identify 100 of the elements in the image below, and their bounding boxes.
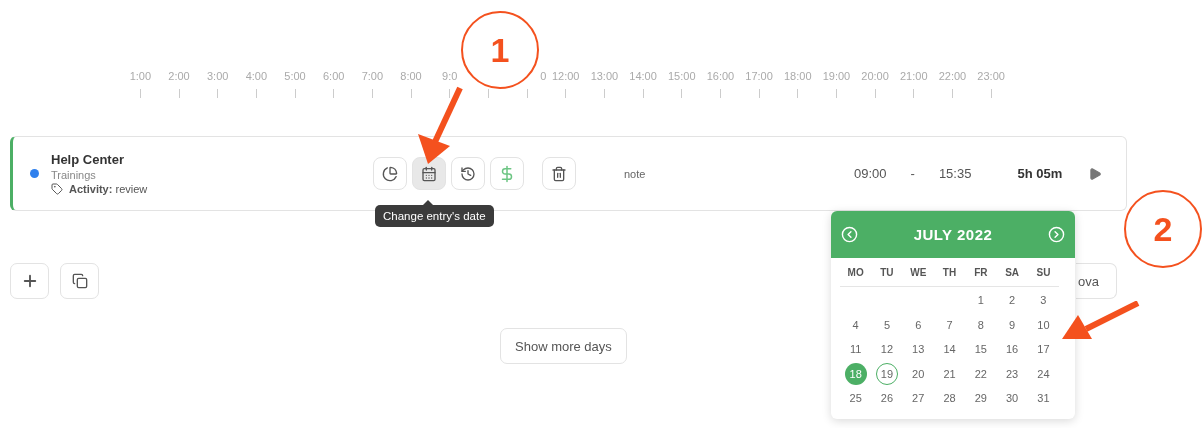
calendar-day[interactable]: 22 xyxy=(969,362,992,385)
time-separator: - xyxy=(910,166,915,181)
hour-label: 21:00 xyxy=(900,70,928,84)
step-callout: 2 xyxy=(1124,190,1202,268)
calendar-day[interactable]: 4 xyxy=(844,313,867,336)
hour-tick xyxy=(217,89,219,98)
calendar-day[interactable]: 5 xyxy=(875,313,898,336)
hour-tick xyxy=(681,89,683,98)
hour-tick xyxy=(603,89,605,98)
hour-tick xyxy=(255,89,257,98)
weekday-label: TH xyxy=(942,266,957,278)
hour-tick xyxy=(449,89,451,98)
calendar-day[interactable]: 2 xyxy=(1001,289,1024,312)
calendar-day[interactable]: 16 xyxy=(1001,338,1024,361)
hour-label: 0 xyxy=(540,70,547,84)
weekday-label: SU xyxy=(1036,266,1051,278)
hour-label: 8:00 xyxy=(400,70,422,84)
action-button[interactable]: ova xyxy=(1076,263,1117,299)
calendar-day[interactable]: 29 xyxy=(969,387,992,410)
trash-icon xyxy=(551,165,567,182)
project-name: Help Center xyxy=(51,152,125,167)
hour-tick xyxy=(294,89,296,98)
calendar-day[interactable]: 7 xyxy=(938,313,961,336)
show-more-days-button[interactable]: Show more days xyxy=(500,328,627,364)
calendar-day[interactable]: 21 xyxy=(938,362,961,385)
calendar-day[interactable]: 15 xyxy=(969,338,992,361)
hour-label: 16:00 xyxy=(706,70,735,84)
hour-label: 13:00 xyxy=(590,70,619,84)
weekday-label: WE xyxy=(910,266,927,278)
calendar-day[interactable]: 23 xyxy=(1001,362,1024,385)
hour-tick xyxy=(874,89,876,98)
calendar-day[interactable]: 28 xyxy=(938,387,961,410)
client-name: Trainings xyxy=(51,169,97,181)
calendar-day[interactable]: 27 xyxy=(907,387,930,410)
hour-label: 3:00 xyxy=(206,70,229,84)
chevron-left-icon xyxy=(841,226,858,243)
copy-button[interactable] xyxy=(60,263,99,299)
hour-label: 20:00 xyxy=(861,70,889,84)
hour-tick xyxy=(139,89,141,98)
tag-icon xyxy=(51,183,63,195)
hour-label: 1:00 xyxy=(129,70,152,84)
hour-label: 17:00 xyxy=(745,70,773,84)
add-button[interactable] xyxy=(10,263,49,299)
hour-label: 4:00 xyxy=(245,70,268,84)
chart-button[interactable] xyxy=(373,157,407,190)
hour-tick xyxy=(642,89,644,98)
calendar-day[interactable]: 13 xyxy=(907,338,930,361)
calendar-day[interactable]: 20 xyxy=(907,362,930,385)
calendar-day[interactable]: 10 xyxy=(1032,313,1055,336)
calendar-day[interactable]: 17 xyxy=(1032,338,1055,361)
calendar-day[interactable]: 8 xyxy=(969,313,992,336)
calendar-day[interactable]: 6 xyxy=(907,313,930,336)
calendar-day[interactable]: 11 xyxy=(844,338,867,361)
chevron-right-icon xyxy=(1048,226,1065,243)
hour-label: 14:00 xyxy=(629,70,657,84)
play-button[interactable] xyxy=(1088,166,1103,181)
end-time: 15:35 xyxy=(938,166,972,181)
hour-tick xyxy=(951,89,953,98)
note-text: note xyxy=(624,167,647,180)
pie-chart-icon xyxy=(382,165,398,182)
month-title: JULY 2022 xyxy=(913,226,993,243)
step-callout: 1 xyxy=(461,11,539,89)
play-icon xyxy=(1088,166,1103,181)
calendar-day[interactable]: 3 xyxy=(1032,289,1055,312)
hour-tick xyxy=(565,89,567,98)
calendar-day[interactable]: 9 xyxy=(1001,313,1024,336)
calendar-day[interactable]: 30 xyxy=(1001,387,1024,410)
calendar-button[interactable] xyxy=(412,157,446,190)
tooltip: Change entry's date xyxy=(375,205,494,227)
weekday-label: TU xyxy=(880,266,894,278)
calendar-day[interactable]: 31 xyxy=(1032,387,1055,410)
hour-tick xyxy=(797,89,799,98)
hour-label: 6:00 xyxy=(323,70,345,84)
hour-tick xyxy=(487,89,489,98)
calendar-day[interactable]: 12 xyxy=(875,338,898,361)
calendar-day[interactable]: 14 xyxy=(938,338,961,361)
hour-tick xyxy=(333,89,335,98)
calendar-day[interactable]: 25 xyxy=(844,387,867,410)
delete-button[interactable] xyxy=(542,157,576,190)
hour-tick xyxy=(758,89,760,98)
calendar-day[interactable]: 26 xyxy=(875,387,898,410)
next-month-button[interactable] xyxy=(1048,226,1065,243)
previous-month-button[interactable] xyxy=(841,226,858,243)
hour-label: 5:00 xyxy=(284,70,306,84)
hour-tick xyxy=(719,89,721,98)
hour-tick xyxy=(371,89,373,98)
hour-label: 15:00 xyxy=(667,70,696,84)
hour-tick xyxy=(913,89,915,98)
tag-text: Activity: review xyxy=(69,183,148,195)
hour-label: 9:0 xyxy=(442,70,458,84)
weekday-label: FR xyxy=(974,266,988,278)
calendar-day[interactable]: 1 xyxy=(969,289,992,312)
hour-label: 2:00 xyxy=(168,70,190,84)
hour-label: 22:00 xyxy=(938,70,967,84)
calendar-day[interactable]: 24 xyxy=(1032,362,1055,385)
history-button[interactable] xyxy=(451,157,485,190)
copy-icon xyxy=(71,273,88,289)
weekday-label: MO xyxy=(847,266,864,278)
calendar-icon xyxy=(421,165,437,182)
duration-text: 5h 05m xyxy=(1017,166,1063,181)
